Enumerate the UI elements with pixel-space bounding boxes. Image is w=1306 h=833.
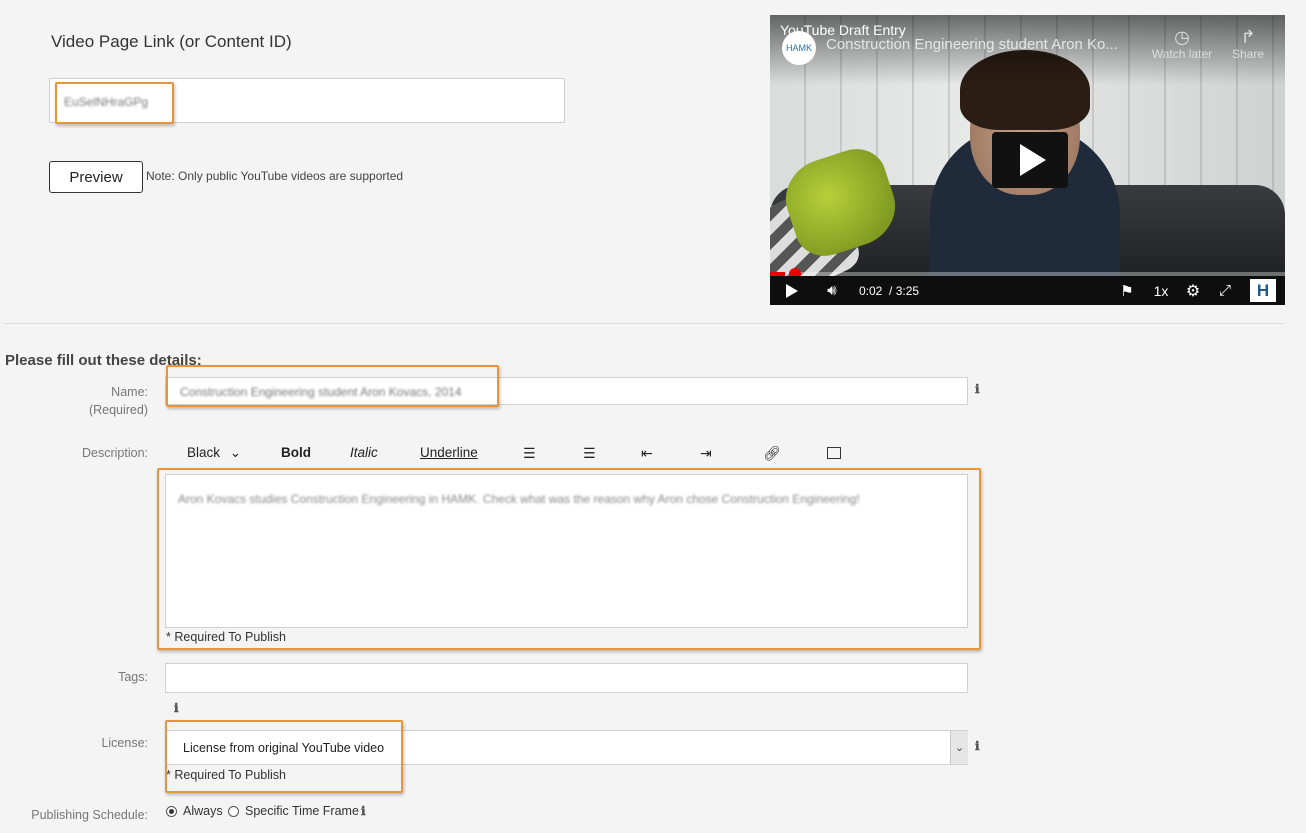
name-value: Construction Engineering student Aron Ko… xyxy=(180,385,462,399)
watch-later-button[interactable]: ◷ Watch later xyxy=(1150,27,1214,61)
gear-icon[interactable]: ⚙ xyxy=(1183,276,1203,305)
form-heading: Please fill out these details: xyxy=(5,352,202,369)
bullet-list-icon[interactable]: ☰ xyxy=(583,445,596,462)
name-info-icon[interactable]: ℹ xyxy=(975,382,980,396)
image-icon[interactable] xyxy=(827,447,841,459)
chevron-down-icon[interactable]: ⌄ xyxy=(950,731,968,764)
brand-logo[interactable]: H xyxy=(1250,279,1276,302)
name-label: Name: (Required) xyxy=(5,383,148,419)
volume-icon[interactable]: 🔊︎ xyxy=(820,276,844,305)
underline-button[interactable]: Underline xyxy=(420,445,478,460)
license-label: License: xyxy=(101,736,148,750)
description-label: Description: xyxy=(82,446,148,460)
radio-specific-time[interactable] xyxy=(228,806,239,817)
license-info-icon[interactable]: ℹ xyxy=(975,739,980,753)
name-label-text: Name: xyxy=(111,385,148,399)
video-overlay-title: YouTube Draft Entry xyxy=(780,22,906,38)
color-dropdown[interactable]: Black ⌄ xyxy=(187,445,241,461)
preview-button[interactable]: Preview xyxy=(49,161,143,193)
fullscreen-icon[interactable]: ⤢ xyxy=(1214,276,1236,305)
numbered-list-icon[interactable]: ☰ xyxy=(523,445,536,462)
description-required-note: * Required To Publish xyxy=(166,630,286,644)
player-controls: 🔊︎ 0:02 / 3:25 ⚑ 1x ⚙ ⤢ H xyxy=(770,276,1285,305)
flag-icon[interactable]: ⚑ xyxy=(1116,276,1138,305)
current-time: 0:02 xyxy=(859,283,883,298)
share-button[interactable]: ↱ Share xyxy=(1228,27,1268,61)
chevron-down-icon: ⌄ xyxy=(229,445,242,460)
description-value: Aron Kovacs studies Construction Enginee… xyxy=(178,492,860,506)
radio-always-label[interactable]: Always xyxy=(183,804,223,818)
play-small-icon xyxy=(786,283,798,298)
play-button[interactable] xyxy=(782,276,802,305)
tags-input[interactable] xyxy=(165,663,968,693)
italic-button[interactable]: Italic xyxy=(350,445,378,460)
tags-info-icon[interactable]: ℹ xyxy=(174,701,179,715)
tags-label: Tags: xyxy=(118,670,148,684)
color-dropdown-value: Black xyxy=(187,445,221,460)
video-player[interactable]: HAMK Construction Engineering student Ar… xyxy=(770,15,1285,305)
description-toolbar: Black ⌄ Bold Italic Underline ☰ ☰ ⇤ ⇥ 🔗︎ xyxy=(165,440,968,466)
big-play-button[interactable] xyxy=(992,132,1068,188)
link-icon[interactable]: 🔗︎ xyxy=(763,445,781,462)
license-required-note: * Required To Publish xyxy=(166,768,286,782)
indent-icon[interactable]: ⇥ xyxy=(700,445,712,462)
clock-icon: ◷ xyxy=(1174,27,1190,47)
duration: / 3:25 xyxy=(889,283,920,298)
video-link-label: Video Page Link (or Content ID) xyxy=(51,32,292,51)
outdent-icon[interactable]: ⇤ xyxy=(641,445,653,462)
name-required-label: (Required) xyxy=(88,403,148,417)
share-label: Share xyxy=(1231,47,1265,61)
video-link-value: EuSelNHraGPg xyxy=(64,95,149,109)
share-icon: ↱ xyxy=(1240,27,1256,47)
preview-note: Note: Only public YouTube videos are sup… xyxy=(146,169,404,183)
section-divider xyxy=(4,323,1284,324)
publishing-schedule-label: Publishing Schedule: xyxy=(31,808,148,822)
radio-specific-time-label[interactable]: Specific Time Frame xyxy=(245,804,359,818)
radio-always[interactable] xyxy=(166,806,177,817)
time-display: 0:02 / 3:25 xyxy=(859,276,919,305)
watch-later-label: Watch later xyxy=(1151,47,1213,61)
license-value: License from original YouTube video xyxy=(183,741,385,755)
video-title[interactable]: Construction Engineering student Aron Ko… xyxy=(826,36,1146,53)
bold-button[interactable]: Bold xyxy=(281,445,311,460)
schedule-info-icon[interactable]: ℹ xyxy=(361,804,366,818)
play-icon xyxy=(1020,144,1046,176)
speed-button[interactable]: 1x xyxy=(1148,276,1174,305)
